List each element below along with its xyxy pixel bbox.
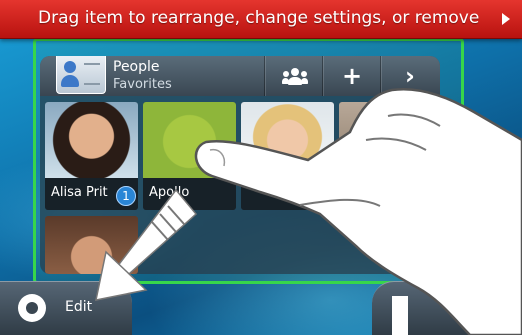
contact-photo xyxy=(143,102,236,178)
contact-photo xyxy=(45,102,138,178)
remove-bin[interactable] xyxy=(372,281,522,335)
triangle-right-icon xyxy=(502,13,510,25)
contact-tile[interactable] xyxy=(241,102,334,210)
next-button[interactable]: › xyxy=(380,56,439,96)
contact-photo xyxy=(45,216,138,274)
contact-tile[interactable]: Apollo xyxy=(143,102,236,210)
contact-name: Alisa Prit xyxy=(51,185,108,200)
instruction-banner: Drag item to rearrange, change settings,… xyxy=(0,0,522,39)
gear-icon xyxy=(18,294,46,322)
trash-icon xyxy=(392,296,408,335)
contact-tile[interactable] xyxy=(45,216,138,274)
add-contact-button[interactable]: + xyxy=(322,56,381,96)
plus-icon: + xyxy=(341,62,363,90)
edit-label: Edit xyxy=(65,299,93,315)
widget-header: People Favorites + › xyxy=(40,56,440,96)
contact-card-icon xyxy=(56,56,106,94)
contact-tile[interactable] xyxy=(339,102,432,210)
contact-photo xyxy=(339,102,432,178)
people-widget[interactable]: People Favorites + › Alisa Prit 1 Apollo xyxy=(40,56,440,274)
home-screen: Drag item to rearrange, change settings,… xyxy=(0,0,522,335)
contact-photo xyxy=(241,102,334,178)
contact-name: Apollo xyxy=(149,185,190,200)
edit-button[interactable]: Edit xyxy=(0,281,132,335)
banner-text: Drag item to rearrange, change settings,… xyxy=(38,8,480,28)
chevron-right-icon: › xyxy=(405,62,415,90)
notification-badge: 1 xyxy=(116,186,136,206)
contact-tile[interactable]: Alisa Prit 1 xyxy=(45,102,138,210)
widget-title: People xyxy=(113,59,160,75)
widget-subtitle: Favorites xyxy=(113,77,172,92)
group-icon xyxy=(282,68,308,86)
groups-button[interactable] xyxy=(264,56,323,96)
